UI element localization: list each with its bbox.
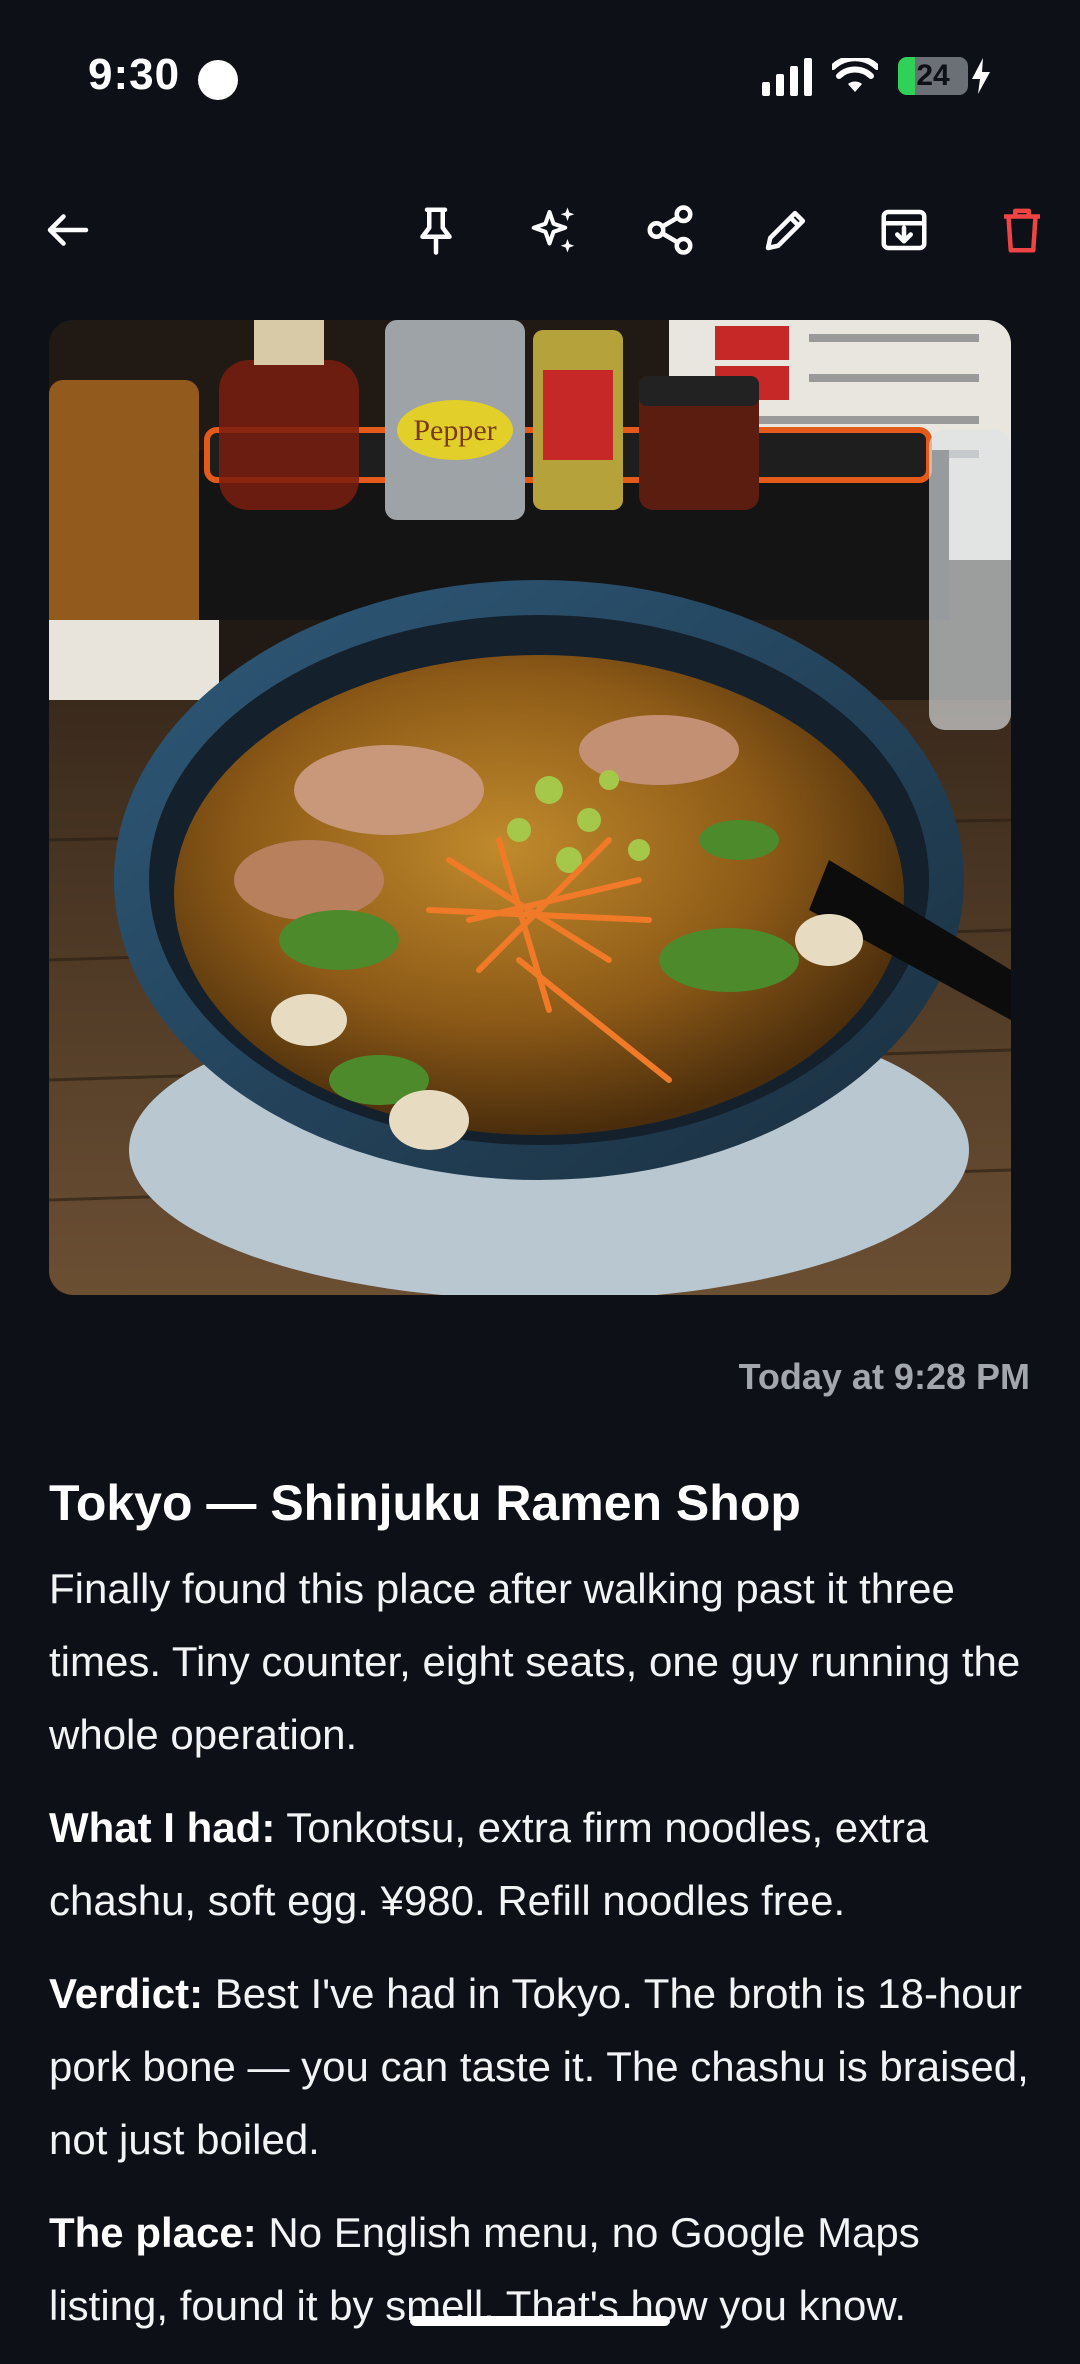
- share-icon: [647, 205, 693, 255]
- delete-button[interactable]: [982, 190, 1062, 270]
- back-arrow-icon: [47, 214, 89, 246]
- battery-percent: 24: [916, 59, 950, 92]
- wifi-icon: [832, 58, 878, 92]
- note-body[interactable]: Tokyo — Shinjuku Ramen Shop Finally foun…: [49, 1468, 1039, 2362]
- ramen-photo[interactable]: Pepper: [49, 320, 1011, 1295]
- charging-bolt-icon: [972, 58, 990, 94]
- home-indicator[interactable]: [410, 2316, 670, 2326]
- section-label: What I had:: [49, 1804, 276, 1851]
- back-button[interactable]: [28, 190, 108, 270]
- status-bar: 9:30 24: [0, 0, 1080, 160]
- note-section: What I had: Tonkotsu, extra firm noodles…: [49, 1791, 1039, 1937]
- pin-button[interactable]: [396, 190, 476, 270]
- ramen-bowl-image: Pepper: [49, 320, 1011, 1295]
- section-label: The place:: [49, 2209, 257, 2256]
- section-label: Verdict:: [49, 1970, 204, 2017]
- note-title: Tokyo — Shinjuku Ramen Shop: [49, 1475, 801, 1531]
- pepper-label: Pepper: [413, 414, 496, 447]
- note-intro: Finally found this place after walking p…: [49, 1565, 1021, 1758]
- status-time: 9:30: [88, 50, 181, 99]
- edit-button[interactable]: [746, 190, 826, 270]
- cell-signal-icon: [762, 56, 812, 96]
- note-timestamp: Today at 9:28 PM: [738, 1356, 1030, 1397]
- share-button[interactable]: [630, 190, 710, 270]
- edit-icon: [765, 210, 806, 251]
- battery-indicator: 24: [898, 56, 992, 96]
- note-section: Verdict: Best I've had in Tokyo. The bro…: [49, 1957, 1039, 2176]
- sparkle-icon: [531, 207, 575, 253]
- pin-icon: [420, 207, 452, 255]
- note-toolbar: [0, 190, 1080, 270]
- battery-icon: 24: [898, 57, 968, 95]
- archive-icon: [881, 209, 927, 251]
- archive-button[interactable]: [864, 190, 944, 270]
- system-icons: 24: [762, 56, 992, 96]
- delete-icon: [1004, 208, 1040, 253]
- ai-assist-button[interactable]: [514, 190, 594, 270]
- notification-dot-icon: [198, 60, 238, 100]
